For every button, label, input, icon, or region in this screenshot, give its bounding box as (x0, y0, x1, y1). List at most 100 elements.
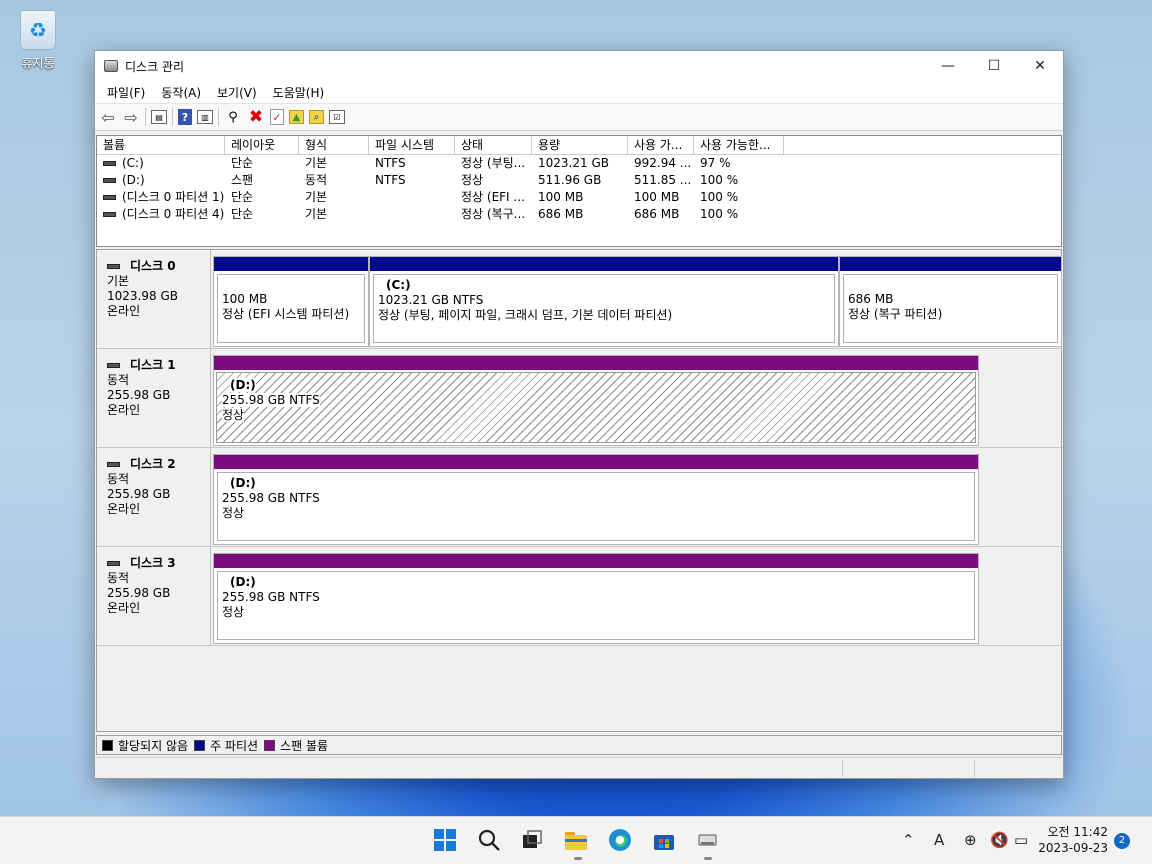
disk-icon (107, 363, 120, 368)
disk-name: 디스크 2 (130, 457, 176, 471)
disk-label[interactable]: 디스크 1 동적 255.98 GB 온라인 (97, 349, 211, 447)
volume-filesystem: NTFS (375, 156, 406, 170)
partition-c[interactable]: (C:) 1023.21 GB NTFS 정상 (부팅, 페이지 파일, 크래시… (369, 256, 839, 347)
partition-d[interactable]: (D:) 255.98 GB NTFS 정상 (213, 553, 979, 644)
start-button[interactable] (432, 827, 458, 853)
show-hidden-icons-chevron-icon[interactable]: ⌃ (902, 831, 915, 849)
legend-swatch-spanned (264, 739, 276, 751)
close-button[interactable]: ✕ (1017, 51, 1063, 81)
volume-layout: 단순 (231, 156, 254, 170)
table-row[interactable]: (C:) 단순 기본 NTFS 정상 (부팅... 1023.21 GB 992… (97, 155, 1061, 172)
partition-status: 정상 (복구 파티션) (848, 307, 943, 321)
column-header-capacity[interactable]: 용량 (532, 136, 628, 154)
running-indicator (574, 857, 582, 860)
toolbar-divider (145, 108, 146, 126)
disk-status: 온라인 (107, 502, 141, 516)
disk-type: 기본 (107, 274, 130, 288)
open-folder-icon[interactable]: ▲ (289, 110, 304, 124)
menu-help[interactable]: 도움말(H) (265, 84, 333, 101)
notification-badge[interactable]: 2 (1114, 833, 1130, 849)
disk-graphical-view: 디스크 0 기본 1023.98 GB 온라인 100 MB 정상 (EFI 시… (96, 249, 1063, 732)
recycle-bin[interactable]: ♻ 휴지통 (14, 10, 62, 71)
status-divider (842, 760, 843, 777)
partition-name: (D:) (230, 575, 256, 589)
window-title: 디스크 관리 (125, 59, 185, 74)
menu-file[interactable]: 파일(F) (99, 84, 153, 101)
disk-size: 255.98 GB (107, 388, 171, 402)
task-view-icon[interactable] (519, 827, 545, 853)
minimize-button[interactable]: — (925, 51, 971, 81)
column-header-percent-free[interactable]: 사용 가능한... (694, 136, 784, 154)
partition-recovery[interactable]: 686 MB 정상 (복구 파티션) (839, 256, 1062, 347)
forward-arrow-icon[interactable]: ⇨ (122, 108, 140, 127)
partition-size: 255.98 GB NTFS (222, 590, 320, 604)
properties-check-icon[interactable]: ✓ (270, 109, 284, 125)
partition-status: 정상 (EFI 시스템 파티션) (222, 307, 350, 321)
maximize-button[interactable]: ☐ (971, 51, 1017, 81)
partition-name: (D:) (230, 476, 256, 490)
file-explorer-icon[interactable] (563, 827, 589, 853)
status-divider (974, 760, 975, 777)
clock[interactable]: 오전 11:42 2023-09-23 (1038, 824, 1108, 856)
partition-bar (214, 455, 978, 469)
volume-list: 볼륨 레이아웃 형식 파일 시스템 상태 용량 사용 가... 사용 가능한..… (96, 135, 1062, 247)
column-header-filesystem[interactable]: 파일 시스템 (369, 136, 455, 154)
partition-d[interactable]: (D:) 255.98 GB NTFS 정상 (213, 454, 979, 545)
column-header-status[interactable]: 상태 (455, 136, 532, 154)
menu-action[interactable]: 동작(A) (153, 84, 209, 101)
disk-icon (107, 462, 120, 467)
partition-d-selected[interactable]: (D:) 255.98 GB NTFS 정상 (213, 355, 979, 446)
disk-label[interactable]: 디스크 3 동적 255.98 GB 온라인 (97, 547, 211, 645)
back-arrow-icon[interactable]: ⇦ (99, 108, 117, 127)
search-icon[interactable] (476, 827, 502, 853)
checklist-icon[interactable]: ☑ (329, 110, 345, 124)
legend-swatch-primary (194, 739, 206, 751)
volume-percent-free: 97 % (700, 156, 731, 170)
toolbar-divider (172, 108, 173, 126)
delete-icon[interactable]: ✖ (247, 107, 265, 127)
menu-view[interactable]: 보기(V) (209, 84, 265, 101)
disk-management-window: 디스크 관리 — ☐ ✕ 파일(F) 동작(A) 보기(V) 도움말(H) ⇦ … (94, 50, 1064, 779)
volume-free-space: 686 MB (634, 207, 680, 221)
volume-percent-free: 100 % (700, 190, 739, 204)
windows-logo-icon (434, 829, 456, 851)
explore-folder-icon[interactable]: ⌕ (309, 110, 324, 124)
disk-management-taskbar-icon[interactable] (695, 827, 721, 853)
disk-label[interactable]: 디스크 2 동적 255.98 GB 온라인 (97, 448, 211, 546)
column-header-volume[interactable]: 볼륨 (97, 136, 225, 154)
running-indicator (704, 857, 712, 860)
partition-bar (214, 257, 368, 271)
clock-date: 2023-09-23 (1038, 841, 1108, 855)
partition-bar (370, 257, 838, 271)
column-header-layout[interactable]: 레이아웃 (225, 136, 299, 154)
column-header-type[interactable]: 형식 (299, 136, 369, 154)
ime-indicator[interactable]: A (934, 831, 944, 849)
column-header-free-space[interactable]: 사용 가... (628, 136, 694, 154)
connect-drive-icon[interactable]: ⚲ (224, 108, 242, 126)
table-row[interactable]: (디스크 0 파티션 4) 단순 기본 정상 (복구... 686 MB 686… (97, 206, 1061, 223)
volume-percent-free: 100 % (700, 173, 739, 187)
help-icon[interactable]: ? (178, 109, 192, 125)
volume-type: 기본 (305, 156, 328, 170)
edge-browser-icon[interactable] (607, 827, 633, 853)
table-row[interactable]: (D:) 스팬 동적 NTFS 정상 511.96 GB 511.85 ... … (97, 172, 1061, 189)
table-row[interactable]: (디스크 0 파티션 1) 단순 기본 정상 (EFI ... 100 MB 1… (97, 189, 1061, 206)
partition-size: 255.98 GB NTFS (222, 491, 320, 505)
disk-name: 디스크 0 (130, 259, 176, 273)
partition-efi[interactable]: 100 MB 정상 (EFI 시스템 파티션) (213, 256, 369, 347)
speaker-muted-icon[interactable]: 🔇 (990, 831, 1009, 849)
network-globe-icon[interactable]: ⊕ (964, 831, 977, 849)
show-hide-console-tree-icon[interactable]: ▤ (151, 110, 167, 124)
show-action-pane-icon[interactable]: ▥ (197, 110, 213, 124)
partition-status: 정상 (부팅, 페이지 파일, 크래시 덤프, 기본 데이터 파티션) (378, 308, 673, 322)
disk-status: 온라인 (107, 304, 141, 318)
title-bar: 디스크 관리 — ☐ ✕ (95, 51, 1063, 81)
partition-size: 686 MB (848, 292, 894, 306)
partition-name: (C:) (386, 278, 411, 292)
battery-icon[interactable]: ▭ (1014, 831, 1028, 849)
recycle-bin-icon: ♻ (20, 10, 56, 50)
store-icon[interactable] (651, 827, 677, 853)
partition-bar (214, 554, 978, 568)
volume-layout: 단순 (231, 207, 254, 221)
disk-label[interactable]: 디스크 0 기본 1023.98 GB 온라인 (97, 250, 211, 348)
